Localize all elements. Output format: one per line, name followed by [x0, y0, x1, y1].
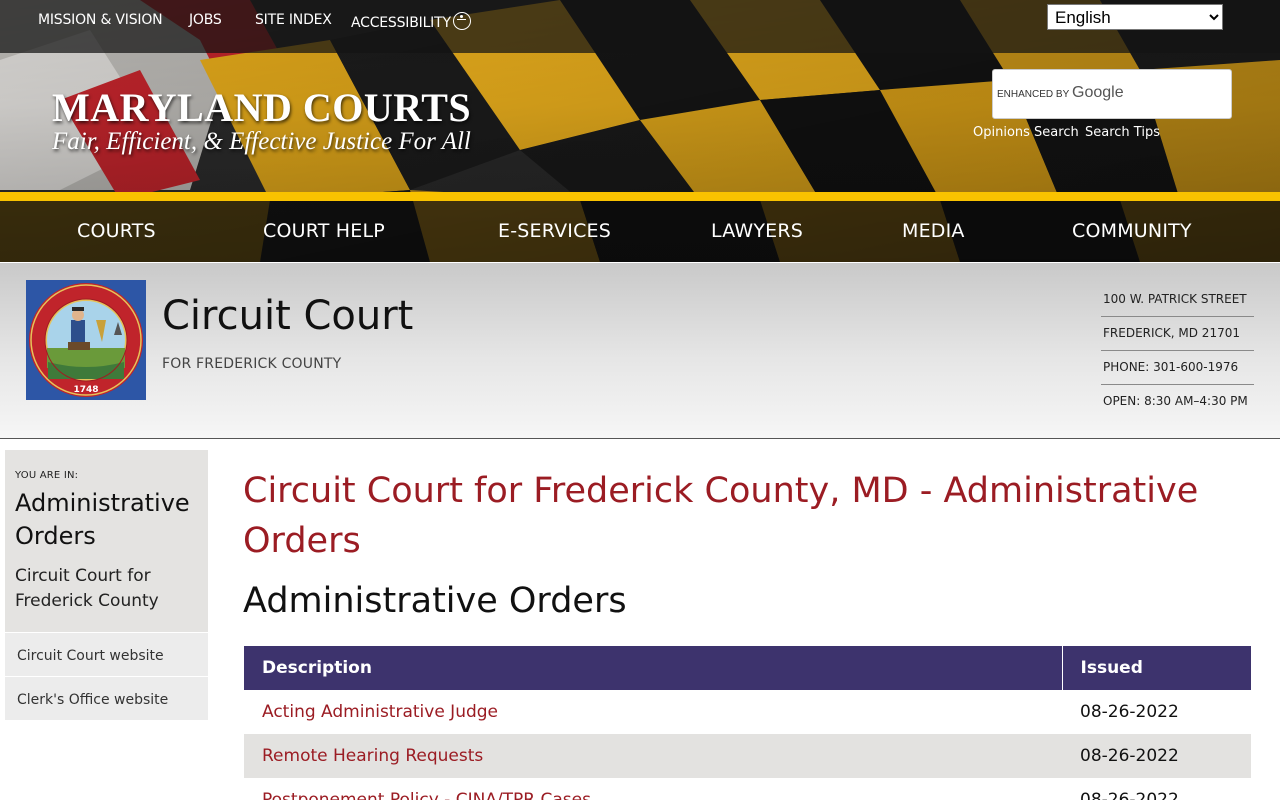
search-input[interactable]: ENHANCED BY Google [992, 69, 1232, 119]
gold-stripe [0, 192, 1280, 201]
address-divider [1101, 384, 1254, 385]
nav-lawyers[interactable]: LAWYERS [711, 220, 803, 242]
accessibility-icon [452, 12, 471, 30]
court-banner: 1748 Circuit Court FOR FREDERICK COUNTY … [0, 263, 1280, 439]
order-description-cell: Acting Administrative Judge [244, 690, 1062, 734]
main-nav: COURTS COURT HELP E-SERVICES LAWYERS MED… [0, 201, 1280, 262]
sidebar-current-section: YOU ARE IN: Administrative Orders Circui… [5, 450, 208, 632]
order-link[interactable]: Postponement Policy - CINA/TPR Cases [262, 790, 591, 800]
court-address-street: 100 W. PATRICK STREET [1103, 292, 1247, 306]
nav-community[interactable]: COMMUNITY [1072, 220, 1192, 242]
site-tagline: Fair, Efficient, & Effective Justice For… [52, 128, 471, 155]
search-enhanced-label: ENHANCED BY [997, 89, 1070, 100]
address-divider [1101, 316, 1254, 317]
sidebar-item-circuit-court-website[interactable]: Circuit Court website [5, 632, 208, 676]
nav-e-services[interactable]: E-SERVICES [498, 220, 611, 242]
order-issued-date: 08-26-2022 [1080, 702, 1179, 722]
order-issued-date: 08-26-2022 [1080, 790, 1179, 800]
court-county: FOR FREDERICK COUNTY [162, 356, 342, 372]
sidebar-item-clerks-office-website[interactable]: Clerk's Office website [5, 676, 208, 720]
mission-vision-link[interactable]: MISSION & VISION [38, 12, 163, 28]
table-row: Remote Hearing Requests 08-26-2022 [244, 734, 1251, 778]
court-hours: OPEN: 8:30 AM–4:30 PM [1103, 394, 1248, 408]
utility-bar: MISSION & VISION JOBS SITE INDEX ACCESSI… [0, 0, 1280, 53]
accessibility-link[interactable]: ACCESSIBILITY [351, 12, 471, 31]
table-row: Acting Administrative Judge 08-26-2022 [244, 690, 1251, 734]
administrative-orders-table: Description Issued Acting Administrative… [244, 646, 1251, 800]
order-description-cell: Remote Hearing Requests [244, 734, 1062, 778]
jobs-link[interactable]: JOBS [189, 12, 222, 28]
order-link[interactable]: Acting Administrative Judge [262, 702, 498, 722]
frederick-county-seal-icon[interactable]: 1748 [26, 280, 146, 400]
order-link[interactable]: Remote Hearing Requests [262, 746, 483, 766]
column-header-description: Description [244, 646, 1062, 690]
section-title: Administrative Orders [243, 581, 627, 621]
court-phone: PHONE: 301-600-1976 [1103, 360, 1239, 374]
court-name: Circuit Court [162, 293, 414, 339]
you-are-in-label: YOU ARE IN: [15, 470, 79, 481]
table-row: Postponement Policy - CINA/TPR Cases 08-… [244, 778, 1251, 800]
column-header-issued: Issued [1061, 646, 1251, 690]
opinions-search-link[interactable]: Opinions Search [973, 125, 1079, 140]
address-divider [1101, 350, 1254, 351]
google-logo-text: Google [1072, 84, 1124, 101]
sidebar: YOU ARE IN: Administrative Orders Circui… [5, 450, 208, 720]
table-header-row: Description Issued [244, 646, 1251, 690]
nav-media[interactable]: MEDIA [902, 220, 965, 242]
site-title[interactable]: MARYLAND COURTS [52, 84, 471, 131]
accessibility-label: ACCESSIBILITY [351, 15, 451, 31]
sidebar-title: Administrative Orders [15, 489, 190, 550]
search-tips-link[interactable]: Search Tips [1085, 125, 1160, 140]
order-description-cell: Postponement Policy - CINA/TPR Cases [244, 778, 1062, 800]
language-select[interactable]: English [1047, 4, 1223, 30]
nav-court-help[interactable]: COURT HELP [263, 220, 385, 242]
nav-courts[interactable]: COURTS [77, 220, 156, 242]
court-address-city: FREDERICK, MD 21701 [1103, 326, 1240, 340]
order-issued-date: 08-26-2022 [1062, 734, 1251, 778]
site-index-link[interactable]: SITE INDEX [255, 12, 332, 28]
page-title: Circuit Court for Frederick County, MD -… [243, 471, 1199, 561]
seal-year: 1748 [73, 385, 98, 395]
site-header: MISSION & VISION JOBS SITE INDEX ACCESSI… [0, 0, 1280, 262]
sidebar-subtitle[interactable]: Circuit Court for Frederick County [15, 564, 198, 614]
